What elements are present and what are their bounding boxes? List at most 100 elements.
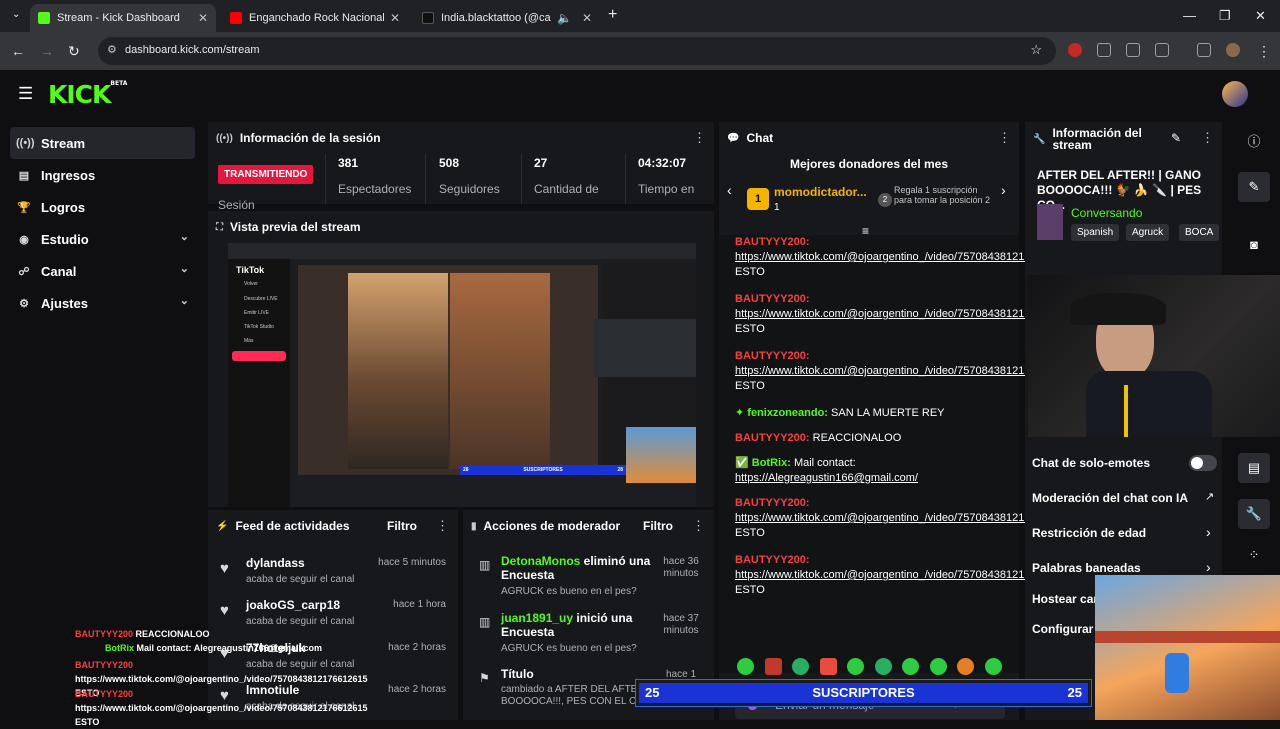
panel-title: Feed de actividades [235,519,350,533]
moderator-username[interactable]: DetonaMonos [501,554,580,568]
omnibox[interactable]: ⚙ dashboard.kick.com/stream ☆ [98,37,1056,65]
host-label[interactable]: Hostear car [1032,592,1098,606]
emote-button[interactable] [875,658,892,675]
adblock-icon[interactable] [1068,43,1082,57]
edit-pencil-icon[interactable]: ✎ [1171,131,1181,145]
chat-username[interactable]: BAUTYYY200: [735,432,810,444]
puzzle-icon[interactable] [1155,43,1169,57]
category-thumbnail[interactable] [1037,204,1063,240]
more-options-icon[interactable]: ⋮ [998,130,1011,146]
emote-only-toggle[interactable] [1189,455,1217,471]
ai-moderation-label[interactable]: Moderación del chat con IA [1032,491,1188,505]
info-icon[interactable]: ⓘ [1238,127,1270,157]
chat-link[interactable]: https://www.tiktok.com/@ojoargentino_/vi… [735,251,1073,263]
minimize-icon[interactable]: — [1183,8,1196,23]
close-tab-icon[interactable]: ✕ [198,11,208,25]
chat-username[interactable]: BotRix: [752,457,791,469]
reload-icon[interactable]: ↻ [68,43,80,60]
close-tab-icon[interactable]: ✕ [582,11,592,25]
hamburger-menu-icon[interactable]: ☰ [18,84,33,104]
tiktok-menu-item: Volver [244,281,258,287]
emote-button[interactable] [957,658,974,675]
chat-link[interactable]: https://www.tiktok.com/@ojoargentino_/vi… [735,308,1073,320]
extension-icon[interactable] [1097,43,1111,57]
site-info-icon[interactable]: ⚙ [107,43,117,56]
sidebar-item-estudio[interactable]: ◉ Estudio ⌄ [10,223,195,255]
new-tab-icon[interactable]: + [608,6,617,24]
gift-subscription-prompt[interactable]: Regala 1 suscripción para tomar la posic… [894,185,994,205]
chat-link[interactable]: https://www.tiktok.com/@ojoargentino_/vi… [735,569,1073,581]
more-options-icon[interactable]: ⋮ [692,518,705,534]
tab-search-icon[interactable]: ⌄ [12,9,20,20]
emote-button[interactable] [847,658,864,675]
stream-preview-video[interactable]: TikTok Volver Descubre LIVE Emitir LIVE … [228,243,696,507]
menu-dots-icon[interactable]: ⋮ [1257,43,1271,60]
emote-button[interactable] [985,658,1002,675]
maximize-icon[interactable]: ❐ [1219,8,1231,24]
chat-username[interactable]: BAUTYYY200: [735,554,810,566]
close-tab-icon[interactable]: ✕ [390,11,400,25]
sidebar-item-ajustes[interactable]: ⚙ Ajustes ⌄ [10,287,195,319]
chevron-right-icon[interactable]: › [1206,559,1211,575]
more-options-icon[interactable]: ⋮ [693,130,706,146]
emote-button[interactable] [930,658,947,675]
user-avatar[interactable] [1222,81,1248,107]
share-icon[interactable]: ⁘ [1238,540,1270,570]
chevron-right-icon[interactable]: › [1206,524,1211,540]
record-icon[interactable]: ◙ [1238,230,1270,260]
moderator-filter-button[interactable]: Filtro [643,519,673,533]
sidebar-item-logros[interactable]: 🏆 Logros [10,191,195,223]
banned-words-label[interactable]: Palabras baneadas [1032,561,1141,575]
more-options-icon[interactable]: ⋮ [1201,130,1214,146]
external-link-icon[interactable]: ↗ [1205,490,1214,503]
sidebar-item-canal[interactable]: ☍ Canal ⌄ [10,255,195,287]
layout-icon[interactable]: ▤ [1238,453,1270,483]
emote-button[interactable] [820,658,837,675]
chat-link[interactable]: https://www.tiktok.com/@ojoargentino_/vi… [735,365,1073,377]
emote-button[interactable] [737,658,754,675]
chevron-left-icon[interactable]: ‹ [727,182,732,198]
configure-label[interactable]: Configurar [1032,622,1093,636]
stream-category[interactable]: Conversando [1071,206,1142,220]
browser-tab-youtube[interactable]: Enganchado Rock Nacional Arg ✕ [222,4,408,32]
top-donor-name[interactable]: momodictador... [774,185,867,199]
chat-username[interactable]: fenixzoneando: [747,407,828,419]
sidebar-item-stream[interactable]: ((•)) Stream [10,127,195,159]
edit-rail-icon[interactable]: ✎ [1238,172,1270,202]
close-window-icon[interactable]: ✕ [1255,8,1266,24]
forward-icon[interactable]: → [40,43,54,59]
chat-username[interactable]: BAUTYYY200: [735,236,810,248]
audio-icon[interactable]: 🔈 [557,11,572,25]
wrench-rail-icon[interactable]: 🔧 [1238,499,1270,529]
chevron-right-icon[interactable]: › [1001,182,1006,198]
feed-filter-button[interactable]: Filtro [387,519,417,533]
moderator-username[interactable]: juan1891_uy [501,611,573,625]
url-text[interactable]: dashboard.kick.com/stream [125,44,260,56]
chat-username[interactable]: BAUTYYY200: [735,350,810,362]
channel-icon: ☍ [18,265,30,278]
chat-link[interactable]: https://Alegreagustin166@gmail.com/ [735,472,918,484]
chat-username[interactable]: BAUTYYY200: [735,497,810,509]
sidebar-item-ingresos[interactable]: ▤ Ingresos [10,159,195,191]
bookmark-star-icon[interactable]: ☆ [1030,42,1042,58]
feed-username[interactable]: dylandass [246,556,305,570]
profile-avatar-icon[interactable] [1226,43,1240,57]
emote-button[interactable] [792,658,809,675]
sidebar-item-label: Estudio [41,231,89,247]
browser-tab-tiktok[interactable]: India.blacktattoo (@capezu 🔈 ✕ [414,4,600,32]
game-character [1165,653,1189,693]
age-restriction-label[interactable]: Restricción de edad [1032,526,1146,540]
browser-tab-kick[interactable]: Stream - Kick Dashboard ✕ [30,4,216,32]
chat-username[interactable]: BAUTYYY200: [735,293,810,305]
kick-logo[interactable]: KICKBETA [48,80,127,109]
media-icon[interactable] [1197,43,1211,57]
feed-username[interactable]: joakoGS_carp18 [246,598,340,612]
emote-button[interactable] [902,658,919,675]
heart-icon: ♥ [220,602,229,619]
extension-icon[interactable] [1126,43,1140,57]
back-icon[interactable]: ← [11,43,25,59]
more-options-icon[interactable]: ⋮ [436,518,449,534]
emote-button[interactable] [765,658,782,675]
panel-title: Chat [746,131,774,145]
chat-link[interactable]: https://www.tiktok.com/@ojoargentino_/vi… [735,512,1073,524]
